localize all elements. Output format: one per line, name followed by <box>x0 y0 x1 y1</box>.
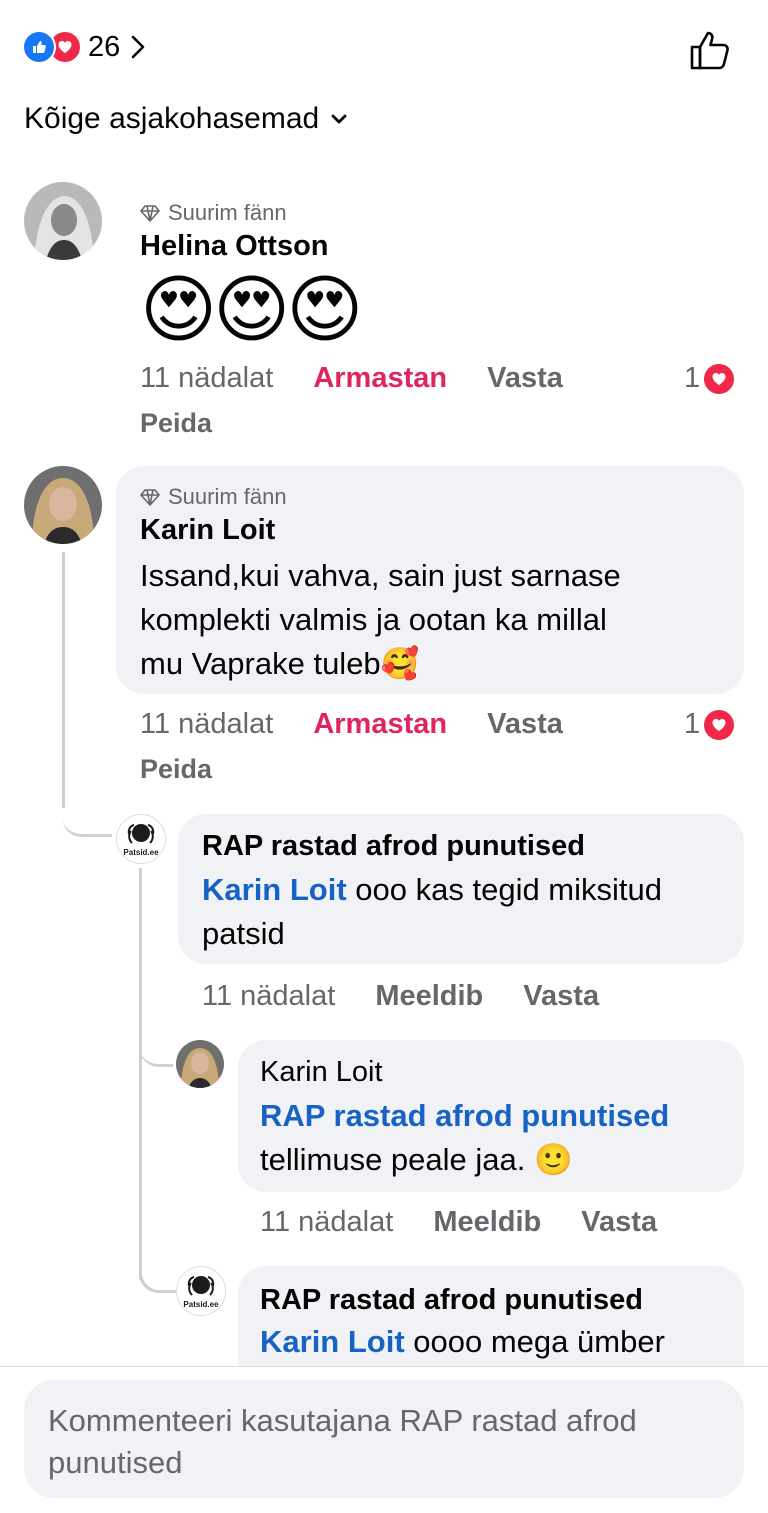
reaction-summary[interactable]: 26 <box>22 30 146 64</box>
hide-button[interactable]: Peida <box>140 754 212 785</box>
comment-author[interactable]: Karin Loit <box>140 514 275 547</box>
reply-text: RAP rastad afrod punutised tellimuse pea… <box>260 1094 730 1182</box>
reply-time[interactable]: 11 nädalat <box>260 1206 393 1239</box>
avatar[interactable] <box>24 466 102 544</box>
like-button[interactable]: Meeldib <box>433 1206 541 1239</box>
comment-author[interactable]: Helina Ottson <box>140 230 329 263</box>
reply-author[interactable]: RAP rastad afrod punutised <box>260 1284 643 1317</box>
reply-actions: 11 nädalat Meeldib Vasta <box>202 980 639 1013</box>
reply-button[interactable]: Vasta <box>487 362 563 395</box>
mention-link[interactable]: Karin Loit <box>202 872 347 907</box>
avatar[interactable] <box>24 182 102 260</box>
chevron-down-icon <box>331 114 347 124</box>
comment-input-placeholder: Kommenteeri kasutajana RAP rastad afrod … <box>48 1403 637 1480</box>
comment-reaction-count[interactable]: 1 <box>684 708 735 741</box>
reply-button[interactable]: Vasta <box>523 980 599 1013</box>
comment-text: Issand,kui vahva, sain just sarnase komp… <box>140 558 621 681</box>
thread-line <box>139 868 142 1280</box>
sort-label: Kõige asjakohasemad <box>24 102 320 135</box>
chevron-right-icon <box>131 35 145 59</box>
thread-line <box>62 552 65 808</box>
reply-text: Karin Loit ooo kas tegid miksitud patsid <box>202 872 662 951</box>
top-fan-badge: Suurim fänn <box>140 484 287 510</box>
mention-link[interactable]: Karin Loit <box>260 1324 405 1359</box>
page-avatar[interactable]: Patsid.ee <box>176 1266 226 1316</box>
comment-time[interactable]: 11 nädalat <box>140 708 273 741</box>
heart-icon <box>704 363 735 394</box>
diamond-icon <box>140 205 160 222</box>
thread-connector <box>139 1024 173 1067</box>
heart-icon <box>704 709 735 740</box>
comment-actions: 11 nädalat Armastan Vasta <box>140 362 603 395</box>
page-avatar[interactable]: Patsid.ee <box>116 814 166 864</box>
diamond-icon <box>140 489 160 506</box>
reply-author[interactable]: Karin Loit <box>260 1056 383 1089</box>
avatar-text: Patsid.ee <box>183 1300 219 1309</box>
mention-link[interactable]: RAP rastad afrod punutised <box>260 1094 730 1138</box>
thread-connector <box>62 790 112 837</box>
reaction-count: 26 <box>88 30 121 63</box>
comment-actions: 11 nädalat Armastan Vasta <box>140 708 603 741</box>
reply-text: Karin Loit oooo mega ümber <box>260 1324 665 1359</box>
reply-actions: 11 nädalat Meeldib Vasta <box>260 1206 697 1239</box>
avatar-text: Patsid.ee <box>123 848 159 857</box>
thread-connector <box>139 1250 176 1293</box>
comment-time[interactable]: 11 nädalat <box>140 362 273 395</box>
top-fan-badge: Suurim fänn <box>140 200 287 226</box>
comment-emojis: 😍😍😍 <box>140 268 363 351</box>
reply-author[interactable]: RAP rastad afrod punutised <box>202 830 585 863</box>
hide-button[interactable]: Peida <box>140 408 212 439</box>
comment-reaction-count[interactable]: 1 <box>684 362 735 395</box>
love-reaction-button[interactable]: Armastan <box>313 708 447 741</box>
reply-time[interactable]: 11 nädalat <box>202 980 335 1013</box>
like-icon <box>22 30 56 64</box>
thumbs-up-icon[interactable] <box>688 28 734 72</box>
reply-button[interactable]: Vasta <box>487 708 563 741</box>
sort-dropdown[interactable]: Kõige asjakohasemad <box>24 102 347 136</box>
love-reaction-button[interactable]: Armastan <box>313 362 447 395</box>
like-button[interactable]: Meeldib <box>375 980 483 1013</box>
avatar[interactable] <box>176 1040 224 1088</box>
reply-button[interactable]: Vasta <box>581 1206 657 1239</box>
